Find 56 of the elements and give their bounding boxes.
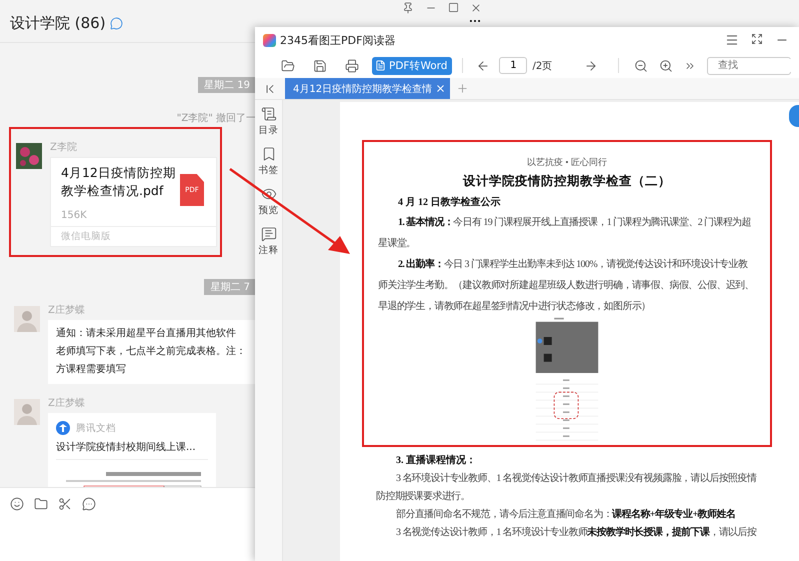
convert-to-word-button[interactable]: PDF转Word: [372, 56, 452, 74]
folder-icon[interactable]: [281, 58, 295, 72]
file-size: 156K: [60, 210, 88, 223]
message-text: 方课程需要填写: [56, 362, 127, 377]
emoji-icon[interactable]: [10, 497, 24, 511]
menu-icon[interactable]: [725, 33, 739, 47]
pin-icon[interactable]: [402, 2, 414, 14]
paragraph: 2. 出勤率：今日 3 门课程学生出勤率未到达 100%，请视觉传达设计和环境设计专业教师关注学生考勤。（建议教师对所建超星班级人数进行明确，请事假、病假、公假、迟到、早退的学生，请教师在超星签到情况中进行状态修改，如图所示）: [378, 257, 756, 314]
file-source: 微信电脑版: [51, 226, 216, 246]
avatar-silhouette: [14, 399, 40, 425]
save-icon[interactable]: [313, 58, 327, 72]
document-tab[interactable]: 4月12日疫情防控期教学检查情: [285, 78, 450, 99]
sender-name: Z李院: [50, 140, 78, 154]
window-title: 2345看图王PDF阅读器: [280, 32, 396, 48]
page-number-field[interactable]: 1: [499, 57, 528, 74]
chat-title: 设计学院 (86): [10, 14, 106, 32]
file-name: 4月12日疫情防控期教学检查情况.pdf: [61, 164, 177, 200]
fullscreen-icon[interactable]: [751, 33, 763, 45]
zoom-in-icon[interactable]: [659, 58, 674, 72]
note-icon: [260, 226, 276, 242]
avatar-silhouette: [14, 306, 40, 332]
app-logo-icon: [263, 34, 276, 46]
section-heading: 4 月 12 日教学检查公示: [397, 196, 502, 210]
chat-bubble-icon[interactable]: [82, 497, 96, 511]
side-panel-item[interactable]: 目录: [258, 106, 278, 137]
app-name: 腾讯文档: [76, 422, 116, 434]
side-panel-item[interactable]: 预览: [258, 186, 278, 217]
doc-title: 设计学院疫情封校期间线上课...: [56, 441, 208, 460]
close-icon[interactable]: [435, 83, 446, 94]
doc-link-card[interactable]: 腾讯文档 设计学院疫情封校期间线上课...: [48, 413, 216, 487]
preview-icon: [260, 186, 276, 202]
doc-app-logo-icon: [56, 421, 70, 435]
list-icon: [260, 106, 276, 122]
close-icon[interactable]: [470, 2, 482, 14]
print-icon[interactable]: [345, 58, 359, 72]
sender-name: Z庄梦蝶: [48, 396, 86, 410]
sender-name: Z庄梦蝶: [48, 304, 86, 317]
paragraph: 3 名视觉传达设计教师，1 名环境设计专业教师未按教学时长授课，提前下课，请以后按: [395, 526, 758, 540]
document-motto: 以艺抗疫 • 匠心同行: [526, 156, 608, 169]
maximize-icon[interactable]: [448, 2, 459, 13]
paragraph: 1. 基本情况：今日有 19 门课程展开线上直播授课，1 门课程为腾讯课堂、2 门课程为超星课堂。: [378, 216, 752, 251]
photo-placeholder: [16, 143, 42, 169]
page-total: /2页: [532, 60, 552, 72]
section-heading: 3. 直播课程情况：: [395, 454, 477, 468]
message-text: 老师填写下表，七点半之前完成表格。注：: [56, 344, 247, 359]
side-panel-item[interactable]: 注释: [258, 226, 278, 257]
chat-bubble-icon: [110, 16, 123, 30]
message-text: 通知：请未采用超星平台直播用其他软件: [56, 326, 237, 341]
folder-icon[interactable]: [34, 497, 48, 511]
document-title: 设计学院疫情防控期教学检查（二）: [462, 173, 672, 190]
zoom-out-icon[interactable]: [634, 58, 648, 72]
paragraph: 部分直播间命名不规范，请今后注意直播间命名为：课程名称+年级专业+教师姓名: [395, 508, 736, 522]
scissors-icon[interactable]: [58, 497, 72, 511]
side-panel-item[interactable]: 书签: [258, 146, 278, 177]
document-icon: [375, 60, 386, 71]
paragraph: 3 名环境设计专业教师、1 名视觉传达设计教师直播授课没有视频露脸，请以后按照疫情防控期授课要求进行。: [376, 472, 758, 504]
